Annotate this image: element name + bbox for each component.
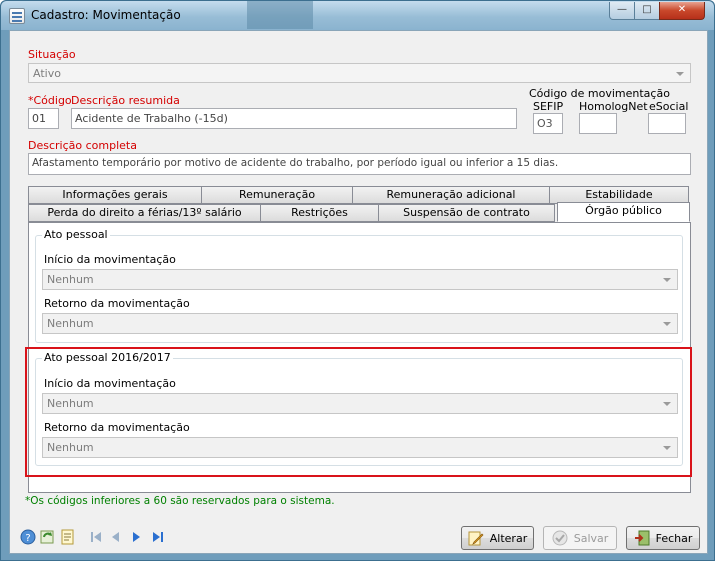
sefip-input[interactable]: O3 <box>533 113 563 134</box>
ato-retorno-select[interactable]: Nenhum <box>42 313 678 334</box>
tab-restricoes[interactable]: Restrições <box>260 204 379 222</box>
ato2016-retorno-select[interactable]: Nenhum <box>42 437 678 458</box>
ato-pessoal-2016-title: Ato pessoal 2016/2017 <box>42 351 173 364</box>
tab-perda-direito-ferias[interactable]: Perda do direito a férias/13º salário <box>28 204 261 222</box>
esocial-label: eSocial <box>649 100 689 113</box>
exit-door-icon <box>634 530 650 546</box>
ato2016-retorno-value: Nenhum <box>47 441 94 454</box>
descricao-resumida-label: Descrição resumida <box>71 94 180 107</box>
check-icon <box>552 530 568 546</box>
tab-orgao-publico[interactable]: Órgão público <box>557 202 690 222</box>
footer-note: *Os códigos inferiores a 60 são reservad… <box>25 495 335 507</box>
tab-informacoes-gerais[interactable]: Informações gerais <box>28 186 202 204</box>
ato-retorno-label: Retorno da movimentação <box>44 297 190 310</box>
chevron-down-icon <box>659 316 675 331</box>
descricao-completa-label: Descrição completa <box>28 139 137 152</box>
ato2016-retorno-label: Retorno da movimentação <box>44 421 190 434</box>
descricao-resumida-input[interactable]: Acidente de Trabalho (-15d) <box>71 108 517 129</box>
situacao-select[interactable]: Ativo <box>28 63 691 83</box>
window: Cadastro: Movimentação — □ ✕ Situação At… <box>0 0 715 561</box>
svg-text:?: ? <box>25 533 30 544</box>
help-icon[interactable]: ? <box>20 529 36 545</box>
ato-pessoal-title: Ato pessoal <box>42 228 110 241</box>
first-record-icon[interactable] <box>88 529 104 545</box>
ato-inicio-value: Nenhum <box>47 273 94 286</box>
edit-record-icon[interactable] <box>60 529 76 545</box>
tab-remuneracao-adicional[interactable]: Remuneração adicional <box>352 186 550 204</box>
fechar-label: Fechar <box>655 531 693 545</box>
esocial-input[interactable] <box>648 113 686 134</box>
close-window-button[interactable]: ✕ <box>659 2 705 20</box>
fechar-button[interactable]: Fechar <box>626 526 700 550</box>
maximize-button[interactable]: □ <box>634 2 660 20</box>
alterar-button[interactable]: Alterar <box>461 526 534 550</box>
salvar-button[interactable]: Salvar <box>543 526 617 550</box>
previous-record-icon[interactable] <box>108 529 124 545</box>
ato2016-inicio-select[interactable]: Nenhum <box>42 393 678 414</box>
last-record-icon[interactable] <box>150 529 166 545</box>
homolognet-label: HomologNet <box>579 100 648 113</box>
alterar-label: Alterar <box>489 531 528 545</box>
codigo-movimentacao-title: Código de movimentação <box>527 87 672 100</box>
minimize-button[interactable]: — <box>609 2 635 20</box>
ato-retorno-value: Nenhum <box>47 317 94 330</box>
descricao-completa-input[interactable]: Afastamento temporário por motivo de aci… <box>28 153 691 175</box>
app-icon <box>9 8 25 24</box>
codigo-input[interactable]: 01 <box>28 108 59 129</box>
window-title: Cadastro: Movimentação <box>31 8 181 22</box>
chevron-down-icon <box>672 66 688 81</box>
tab-suspensao-contrato[interactable]: Suspensão de contrato <box>378 204 555 222</box>
situacao-value: Ativo <box>33 67 61 80</box>
chevron-down-icon <box>659 272 675 287</box>
sefip-label: SEFIP <box>533 100 564 113</box>
tab-remuneracao[interactable]: Remuneração <box>201 186 353 204</box>
title-bar-background-decoration <box>247 1 313 29</box>
form-body: Situação Ativo *Código 01 Descrição resu… <box>9 30 708 554</box>
ato2016-inicio-value: Nenhum <box>47 397 94 410</box>
situacao-label: Situação <box>28 48 76 61</box>
title-bar: Cadastro: Movimentação — □ ✕ <box>1 1 714 30</box>
edit-icon <box>468 531 484 546</box>
chevron-down-icon <box>659 396 675 411</box>
ato2016-inicio-label: Início da movimentação <box>44 377 176 390</box>
next-record-icon[interactable] <box>128 529 144 545</box>
ato-inicio-label: Início da movimentação <box>44 253 176 266</box>
chevron-down-icon <box>659 440 675 455</box>
refresh-icon[interactable] <box>40 529 56 545</box>
ato-inicio-select[interactable]: Nenhum <box>42 269 678 290</box>
salvar-label: Salvar <box>573 531 609 545</box>
codigo-label: *Código <box>28 94 72 107</box>
homolognet-input[interactable] <box>579 113 617 134</box>
